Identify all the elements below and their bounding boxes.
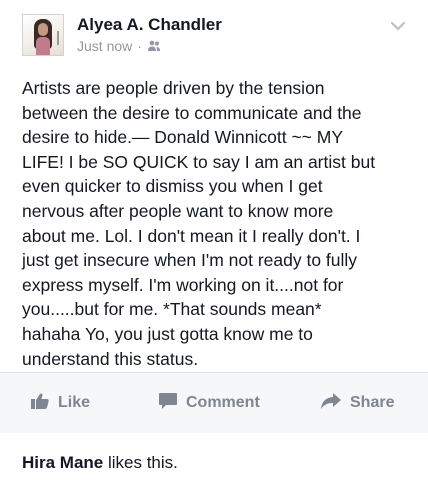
post-header: Alyea A. Chandler Just now · [22,14,412,58]
author-name[interactable]: Alyea A. Chandler [77,15,222,35]
meta-separator: · [137,38,142,54]
chevron-down-icon[interactable] [390,18,406,36]
likes-suffix: likes this. [103,453,178,472]
post-text: Artists are people driven by the tension… [22,78,376,369]
avatar[interactable] [22,14,64,56]
likes-text: Hira Mane likes this. [22,453,178,473]
comment-label: Comment [186,394,260,411]
likes-summary: Hira Mane likes this. [0,433,428,480]
like-label: Like [58,394,91,411]
comment-icon [158,392,178,415]
timestamp[interactable]: Just now [77,38,132,54]
share-label: Share [350,394,395,411]
thumbs-up-icon [30,392,50,415]
share-arrow-icon [320,392,342,415]
comment-button[interactable]: Comment [158,391,260,415]
share-button[interactable]: Share [320,391,394,415]
friends-icon[interactable] [147,40,161,52]
post-card: Alyea A. Chandler Just now · Artists are… [0,0,428,433]
like-button[interactable]: Like [30,391,90,415]
liker-name[interactable]: Hira Mane [22,453,103,472]
post-meta: Just now · [77,38,161,54]
action-bar: Like Comment Share [0,372,428,433]
